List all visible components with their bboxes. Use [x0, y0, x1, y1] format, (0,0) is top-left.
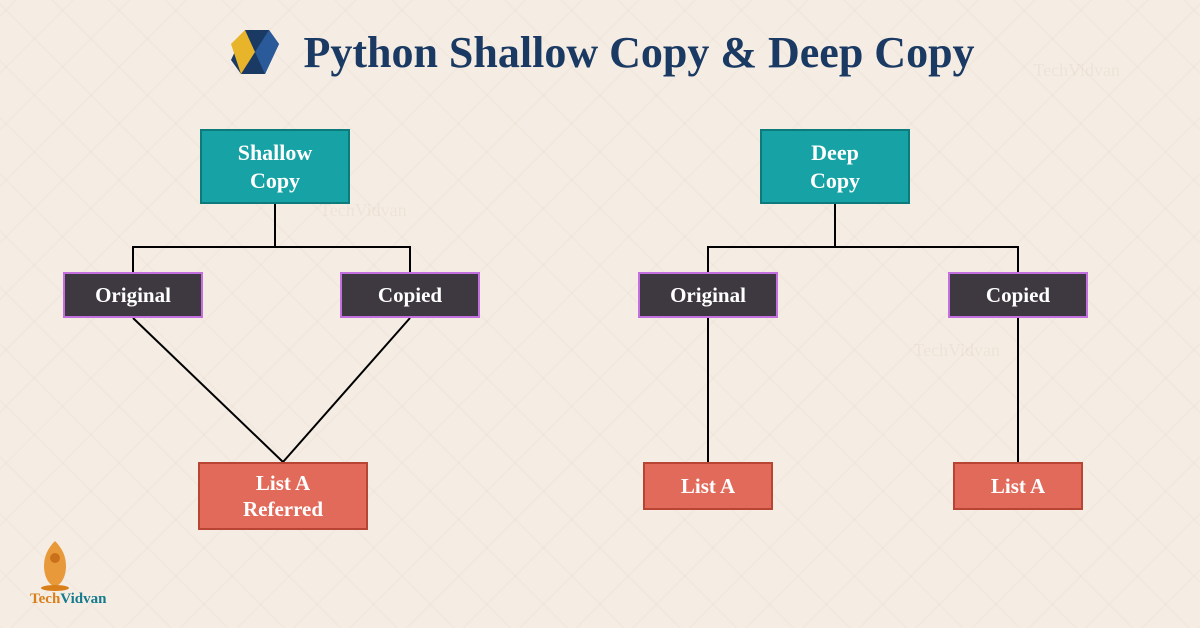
deep-copied-box: Copied — [948, 272, 1088, 318]
deep-root-box: Deep Copy — [760, 129, 910, 204]
shallow-leaf-line1: List A — [256, 470, 310, 496]
shallow-copied-box: Copied — [340, 272, 480, 318]
deep-leaf2-box: List A — [953, 462, 1083, 510]
shallow-root-line2: Copy — [250, 167, 300, 195]
header: Python Shallow Copy & Deep Copy — [0, 0, 1200, 82]
shallow-original-label: Original — [95, 282, 171, 308]
deep-leaf2-label: List A — [991, 473, 1045, 499]
brand-text-part1: Tech — [30, 591, 60, 607]
shallow-leaf-box: List A Referred — [198, 462, 368, 530]
brand-icon — [30, 536, 80, 591]
deep-copied-label: Copied — [986, 282, 1050, 308]
brand-text: TechVidvan — [30, 591, 106, 608]
shallow-original-box: Original — [63, 272, 203, 318]
shallow-leaf-line2: Referred — [243, 496, 323, 522]
brand-logo: TechVidvan — [30, 536, 106, 608]
shallow-root-box: Shallow Copy — [200, 129, 350, 204]
python-logo-icon — [225, 22, 285, 82]
diagram-area: Shallow Copy Original Copied List A Refe… — [0, 82, 1200, 602]
connectors — [0, 82, 1200, 602]
shallow-copied-label: Copied — [378, 282, 442, 308]
page-title: Python Shallow Copy & Deep Copy — [303, 27, 974, 78]
deep-original-label: Original — [670, 282, 746, 308]
deep-original-box: Original — [638, 272, 778, 318]
deep-leaf1-box: List A — [643, 462, 773, 510]
shallow-root-line1: Shallow — [238, 139, 313, 167]
deep-leaf1-label: List A — [681, 473, 735, 499]
brand-text-part2: Vidvan — [60, 591, 106, 607]
deep-root-line2: Copy — [810, 167, 860, 195]
deep-root-line1: Deep — [811, 139, 859, 167]
